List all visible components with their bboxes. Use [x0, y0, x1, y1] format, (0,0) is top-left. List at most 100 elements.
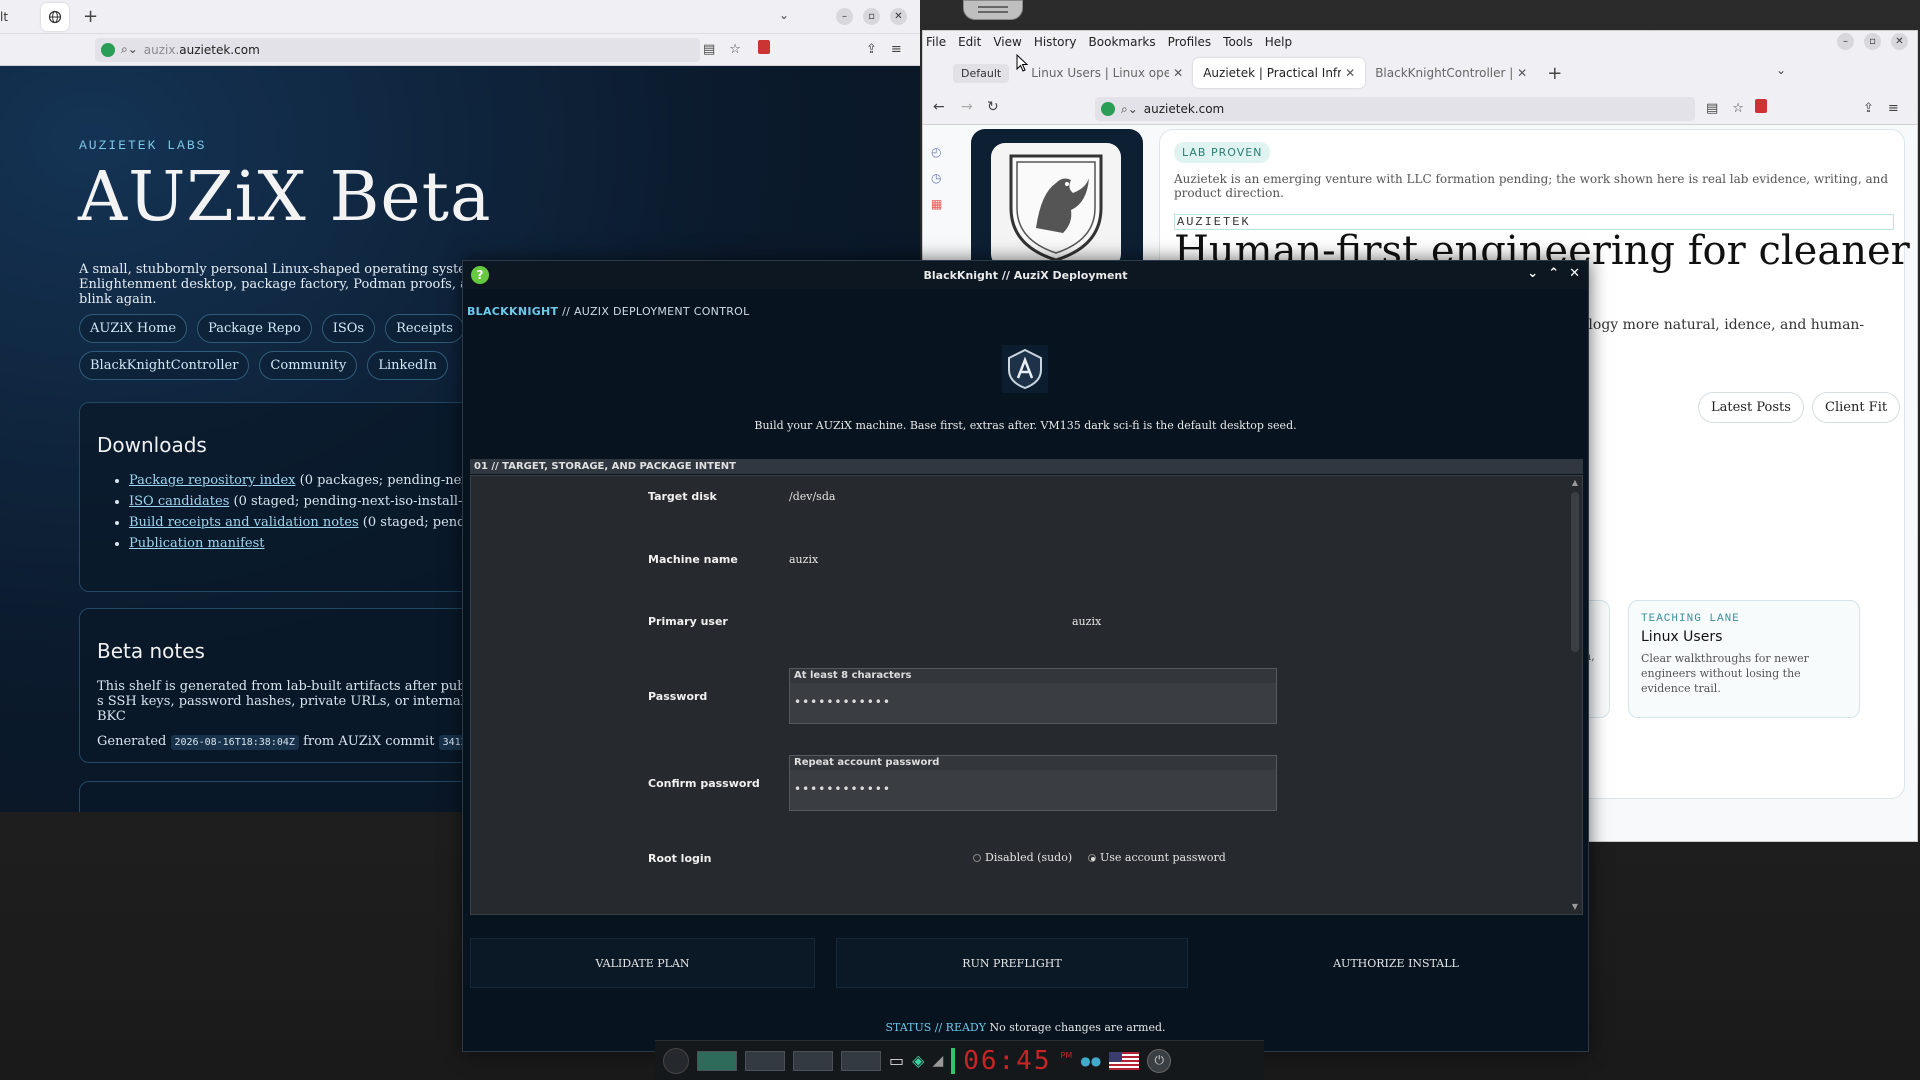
scroll-up-icon[interactable]: ▲	[1570, 478, 1580, 488]
app-menu-icon[interactable]: ≡	[891, 42, 902, 57]
primary-user-label: Primary user	[648, 615, 728, 628]
validate-plan-button[interactable]: VALIDATE PLAN	[470, 938, 815, 988]
sidebar-apps-icon[interactable]: ▦	[931, 197, 942, 211]
teaching-lane-card[interactable]: TEACHING LANE Linux Users Clear walkthro…	[1628, 600, 1860, 718]
downloads-link[interactable]: Build receipts and validation notes	[129, 515, 359, 530]
close-button[interactable]: ✕	[1891, 33, 1908, 50]
form-scrollbar[interactable]: ▲ ▼	[1570, 478, 1580, 912]
left-tab-bar: lt + ⌄ – ▫ ✕	[0, 0, 920, 34]
root-disabled-radio[interactable]: Disabled (sudo)	[973, 851, 1072, 864]
tab-linux-users[interactable]: Linux Users | Linux operation✕	[1021, 58, 1193, 88]
menu-bookmarks[interactable]: Bookmarks	[1089, 35, 1156, 49]
start-menu-button[interactable]	[663, 1047, 689, 1074]
pill-auzix-home[interactable]: AUZiX Home	[79, 314, 188, 343]
search-icon[interactable]: ⌕⌄	[1121, 102, 1138, 117]
system-monitor-icon[interactable]: ●●	[1080, 1054, 1101, 1068]
close-button[interactable]: ✕	[890, 8, 907, 25]
menu-profiles[interactable]: Profiles	[1168, 35, 1212, 49]
maximize-button[interactable]: ▫	[1864, 33, 1881, 50]
root-account-radio[interactable]: Use account password	[1088, 851, 1226, 864]
left-tab-stub[interactable]: lt	[0, 0, 14, 34]
authorize-install-button[interactable]: AUTHORIZE INSTALL	[1210, 938, 1582, 988]
close-tab-icon: ✕	[1517, 66, 1528, 80]
downloads-link[interactable]: Package repository index	[129, 473, 295, 488]
chevron-up-icon[interactable]: ⌃	[1548, 266, 1559, 281]
pill-receipts[interactable]: Receipts	[385, 314, 464, 343]
pill-package-repo[interactable]: Package Repo	[197, 314, 312, 343]
globe-icon[interactable]	[41, 2, 69, 31]
pill-linkedin[interactable]: LinkedIn	[367, 351, 448, 380]
reader-view-icon[interactable]: ▤	[1706, 101, 1718, 116]
confirm-password-field[interactable]: Repeat account password ••••••••••••	[789, 755, 1277, 811]
sidebar-icons: ◴ ◷ ▦	[931, 145, 942, 211]
new-tab-button[interactable]: +	[1547, 63, 1562, 84]
griffin-crest-logo	[991, 143, 1121, 268]
menu-help[interactable]: Help	[1265, 35, 1292, 49]
minimize-button[interactable]: –	[836, 8, 853, 25]
scroll-thumb[interactable]	[1571, 492, 1579, 652]
menu-file[interactable]: File	[926, 35, 946, 49]
menu-history[interactable]: History	[1034, 35, 1077, 49]
mouse-cursor-icon	[1016, 54, 1028, 72]
downloads-link[interactable]: ISO candidates	[129, 494, 229, 509]
extensions-icon[interactable]: ⇪	[866, 42, 877, 57]
primary-user-field[interactable]: auzix	[1072, 615, 1101, 628]
forward-arrow-icon[interactable]: →	[961, 99, 973, 115]
desktop-pager-2[interactable]	[745, 1050, 785, 1071]
bookmark-star-icon[interactable]: ☆	[1732, 101, 1744, 116]
sidebar-sync-icon[interactable]: ◷	[931, 171, 942, 185]
target-disk-select[interactable]: /dev/sda	[789, 490, 835, 503]
run-preflight-button[interactable]: RUN PREFLIGHT	[836, 938, 1188, 988]
latest-posts-button[interactable]: Latest Posts	[1698, 392, 1804, 423]
desktop-pager-1[interactable]	[697, 1050, 737, 1071]
menu-view[interactable]: View	[993, 35, 1021, 49]
power-icon[interactable]: ⏻	[1147, 1048, 1172, 1073]
maximize-button[interactable]: ▫	[863, 8, 880, 25]
scroll-down-icon[interactable]: ▼	[1570, 902, 1580, 912]
tab-list-chevron-icon[interactable]: ⌄	[779, 8, 789, 22]
search-icon[interactable]: ⌕⌄	[121, 42, 138, 57]
bookmark-star-icon[interactable]: ☆	[729, 42, 741, 57]
radio-icon	[973, 854, 981, 862]
laptop-icon[interactable]: ▭	[889, 1051, 904, 1070]
tab-list-chevron-icon[interactable]: ⌄	[1776, 63, 1786, 77]
dialog-titlebar[interactable]: ? BlackKnight // AuziX Deployment ⌄ ⌃ ✕	[463, 261, 1588, 289]
breadcrumb: BLACKKNIGHT // AUZIX DEPLOYMENT CONTROL	[467, 305, 750, 318]
lane-tag: TEACHING LANE	[1641, 613, 1740, 625]
new-tab-button[interactable]: +	[83, 6, 98, 27]
address-bar[interactable]: ⌕⌄ auzix. auzietek.com	[95, 37, 700, 62]
tab-blackknightcontroller[interactable]: BlackKnightController | Rebu✕	[1365, 58, 1537, 88]
profile-chip[interactable]: Default	[953, 63, 1010, 83]
pill-blackknightcontroller[interactable]: BlackKnightController	[79, 351, 250, 380]
minimize-button[interactable]: –	[1837, 33, 1854, 50]
us-flag-keyboard-layout-icon[interactable]	[1109, 1051, 1140, 1070]
extension-icon[interactable]	[758, 40, 770, 54]
password-field[interactable]: At least 8 characters ••••••••••••	[789, 668, 1277, 724]
desktop-drawer-handle[interactable]	[963, 0, 1023, 20]
app-menu-icon[interactable]: ≡	[1888, 101, 1899, 116]
back-arrow-icon[interactable]: ←	[933, 99, 945, 115]
tab-auzietek[interactable]: Auzietek | Practical Infrastru✕	[1193, 58, 1366, 88]
sidebar-history-icon[interactable]: ◴	[931, 145, 942, 159]
pill-isos[interactable]: ISOs	[321, 314, 376, 343]
extension-icon[interactable]	[1755, 99, 1767, 113]
volume-icon[interactable]: ◢	[932, 1053, 943, 1069]
desktop-pager-4[interactable]	[841, 1050, 881, 1071]
password-hint: At least 8 characters	[790, 669, 1276, 683]
client-fit-button[interactable]: Client Fit	[1812, 392, 1901, 423]
menu-tools[interactable]: Tools	[1223, 35, 1253, 49]
reload-icon[interactable]: ↻	[987, 99, 999, 115]
machine-name-field[interactable]: auzix	[789, 553, 818, 566]
beta-notes-body: This shelf is generated from lab-built a…	[97, 679, 486, 724]
chevron-down-icon[interactable]: ⌄	[1527, 266, 1538, 281]
close-icon[interactable]: ✕	[1569, 266, 1580, 281]
network-icon[interactable]: ◈	[912, 1051, 924, 1070]
desktop-pager-3[interactable]	[793, 1050, 833, 1071]
help-icon[interactable]: ?	[471, 266, 489, 284]
reader-view-icon[interactable]: ▤	[703, 42, 715, 57]
downloads-link[interactable]: Publication manifest	[129, 536, 265, 551]
extensions-icon[interactable]: ⇪	[1863, 101, 1874, 116]
menu-edit[interactable]: Edit	[958, 35, 981, 49]
address-bar[interactable]: ⌕⌄ auzietek.com	[1095, 97, 1695, 121]
pill-community[interactable]: Community	[259, 351, 358, 380]
